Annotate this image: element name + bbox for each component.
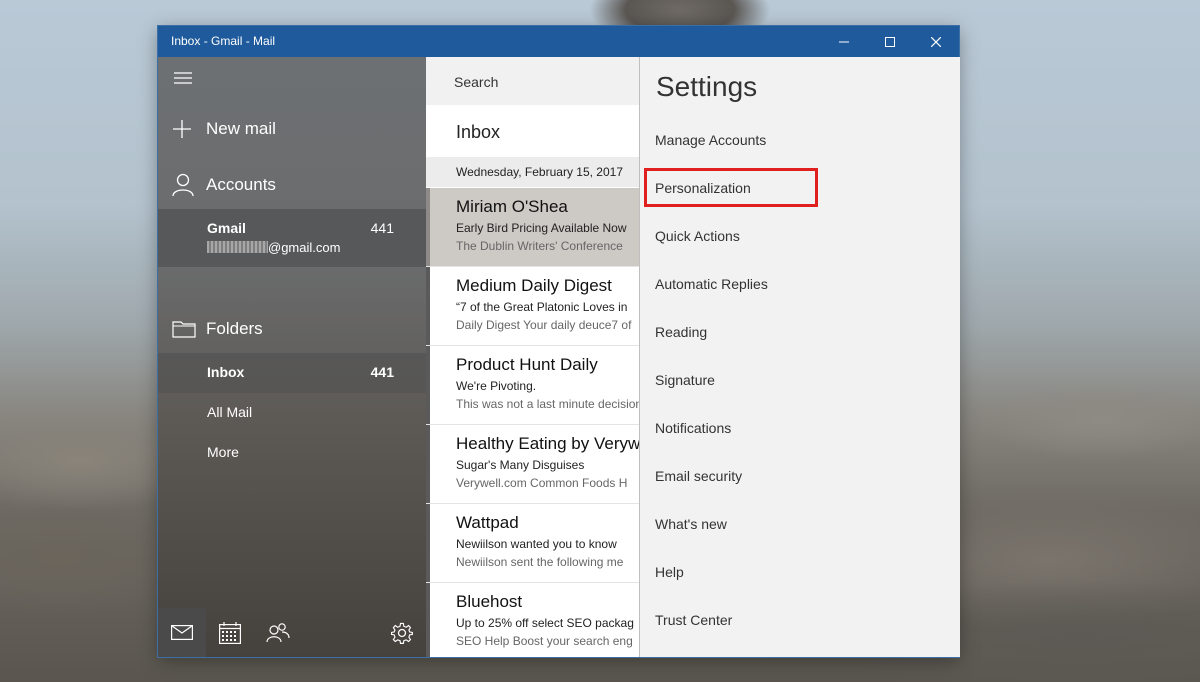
settings-item-email-security[interactable]: Email security [655, 468, 742, 484]
settings-item-notifications[interactable]: Notifications [655, 420, 731, 436]
message-sender: Product Hunt Daily [456, 355, 598, 374]
message-sender: Medium Daily Digest [456, 276, 612, 295]
people-icon [266, 622, 290, 642]
mail-app-button[interactable] [158, 608, 206, 657]
close-button[interactable] [913, 26, 959, 57]
unread-indicator [426, 425, 430, 503]
plus-icon [173, 120, 191, 138]
settings-item-help[interactable]: Help [655, 564, 684, 580]
settings-item-trust-center[interactable]: Trust Center [655, 612, 732, 628]
message-item[interactable]: Healthy Eating by Verywell Sugar's Many … [426, 425, 639, 504]
date-header: Wednesday, February 15, 2017 [426, 157, 639, 187]
mail-window: Inbox - Gmail - Mail New mail Accounts G… [158, 26, 960, 657]
settings-item-manage-accounts[interactable]: Manage Accounts [655, 132, 766, 148]
settings-item-automatic-replies[interactable]: Automatic Replies [655, 276, 768, 292]
search-box[interactable]: Search [426, 57, 639, 105]
window-title: Inbox - Gmail - Mail [171, 34, 276, 48]
hamburger-icon [174, 72, 192, 84]
folder-item-all-mail[interactable]: All Mail [158, 393, 426, 433]
settings-item-signature[interactable]: Signature [655, 372, 715, 388]
settings-item-quick-actions[interactable]: Quick Actions [655, 228, 740, 244]
account-email-suffix: @gmail.com [268, 240, 341, 255]
message-subject: Sugar's Many Disguises [456, 458, 585, 472]
settings-button[interactable] [378, 608, 426, 657]
folders-label: Folders [206, 319, 263, 338]
settings-item-reading[interactable]: Reading [655, 324, 707, 340]
message-item[interactable]: Bluehost Up to 25% off select SEO packag… [426, 583, 639, 657]
account-email: @gmail.com [207, 240, 340, 255]
unread-indicator [426, 583, 430, 657]
message-subject: We're Pivoting. [456, 379, 537, 393]
settings-heading: Settings [656, 71, 758, 102]
minimize-icon [839, 41, 849, 42]
new-mail-label: New mail [206, 119, 276, 138]
app-switcher-bar [158, 608, 426, 657]
folder-label: All Mail [207, 404, 253, 420]
settings-pane: Settings Manage Accounts Personalization… [639, 57, 960, 657]
redacted-email-blur [207, 241, 268, 253]
accounts-button[interactable]: Accounts [158, 169, 426, 201]
folder-title: Inbox [456, 122, 501, 142]
close-icon [931, 36, 941, 47]
calendar-icon [219, 621, 241, 644]
message-preview: This was not a last minute decision [456, 397, 639, 411]
minimize-button[interactable] [821, 26, 867, 57]
maximize-icon [885, 36, 895, 47]
message-subject: Newiilson wanted you to know [456, 537, 617, 551]
mail-icon [171, 625, 193, 640]
settings-item-whats-new[interactable]: What's new [655, 516, 727, 532]
folder-count: 441 [370, 364, 394, 380]
message-preview: Newiilson sent the following me [456, 555, 624, 569]
new-mail-button[interactable]: New mail [158, 113, 426, 145]
unread-indicator [426, 188, 430, 266]
message-sender: Miriam O'Shea [456, 197, 568, 216]
accounts-label: Accounts [206, 175, 276, 194]
message-subject: Up to 25% off select SEO packag [456, 616, 634, 630]
folder-label: Inbox [207, 364, 245, 380]
account-name: Gmail [207, 220, 246, 236]
message-preview: Daily Digest Your daily deuce7 of [456, 318, 632, 332]
people-app-button[interactable] [254, 608, 302, 657]
maximize-button[interactable] [867, 26, 913, 57]
message-sender: Bluehost [456, 592, 523, 611]
message-item[interactable]: Wattpad Newiilson wanted you to know New… [426, 504, 639, 583]
title-bar: Inbox - Gmail - Mail [158, 26, 959, 57]
message-subject: Early Bird Pricing Available Now [456, 221, 627, 235]
folder-item-inbox[interactable]: Inbox 441 [158, 353, 426, 393]
unread-indicator [426, 267, 430, 345]
message-list-pane: Search Inbox Wednesday, February 15, 201… [426, 57, 639, 657]
gear-icon [391, 622, 413, 644]
message-subject: “7 of the Great Platonic Loves in [456, 300, 628, 314]
folders-button[interactable]: Folders [158, 313, 426, 345]
calendar-app-button[interactable] [206, 608, 254, 657]
folder-icon [172, 321, 196, 338]
message-item[interactable]: Medium Daily Digest “7 of the Great Plat… [426, 267, 639, 346]
folder-label: More [207, 444, 239, 460]
message-sender: Wattpad [456, 513, 519, 532]
message-preview: Verywell.com Common Foods H [456, 476, 628, 490]
date-header-text: Wednesday, February 15, 2017 [456, 165, 623, 179]
message-sender: Healthy Eating by Verywell [456, 434, 639, 453]
account-unread-count: 441 [370, 220, 394, 236]
folder-item-more[interactable]: More [158, 433, 426, 473]
account-gmail[interactable]: Gmail 441 @gmail.com [158, 209, 426, 267]
hamburger-menu-button[interactable] [174, 71, 192, 90]
person-icon [172, 173, 194, 197]
settings-item-personalization[interactable]: Personalization [655, 180, 751, 196]
navigation-pane: New mail Accounts Gmail 441 @gmail.com F… [158, 57, 426, 657]
message-item[interactable]: Miriam O'Shea Early Bird Pricing Availab… [426, 188, 639, 267]
message-preview: SEO Help Boost your search eng [456, 634, 633, 648]
unread-indicator [426, 346, 430, 424]
unread-indicator [426, 504, 430, 582]
search-placeholder: Search [454, 74, 499, 90]
message-preview: The Dublin Writers' Conference [456, 239, 623, 253]
message-item[interactable]: Product Hunt Daily We're Pivoting. This … [426, 346, 639, 425]
